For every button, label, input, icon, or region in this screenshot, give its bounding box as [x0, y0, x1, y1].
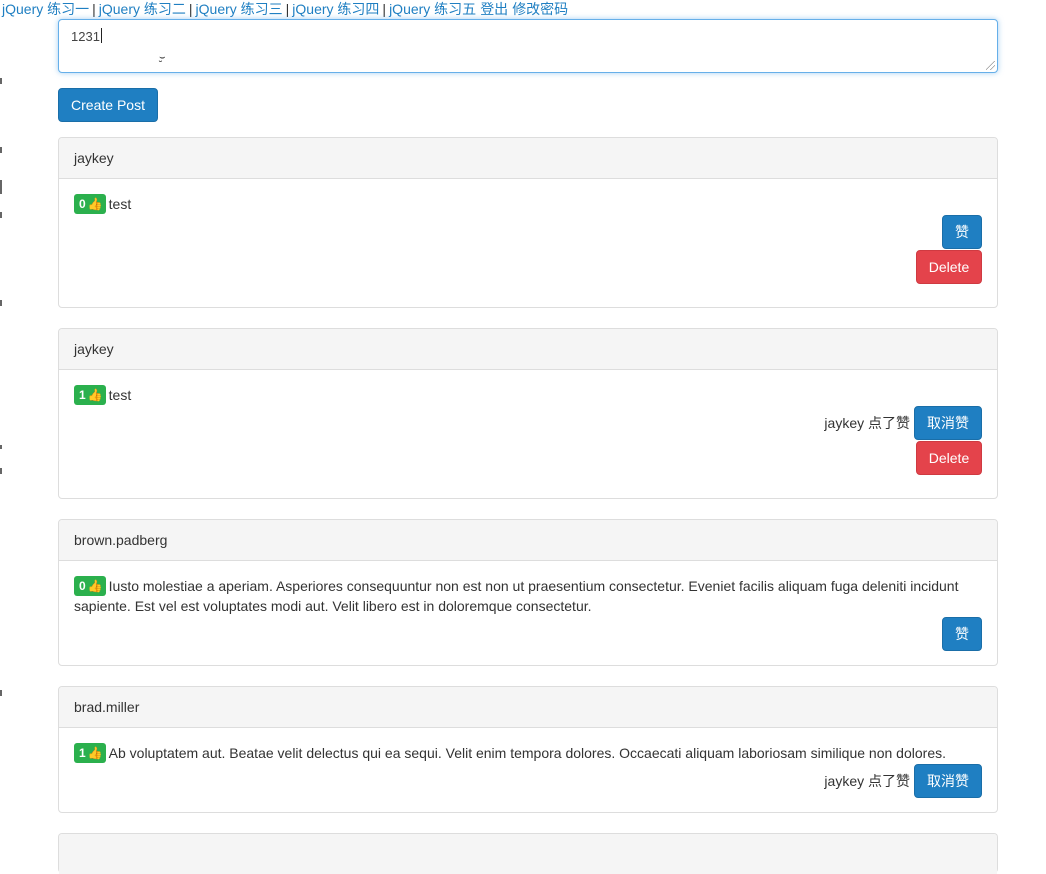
gutter-mark — [0, 212, 2, 218]
post-card: brad.miller 1 👍 Ab voluptatem aut. Beatae … — [58, 686, 998, 813]
liked-by-text: jaykey 点了赞 — [824, 773, 910, 789]
delete-button[interactable]: Delete — [916, 250, 982, 284]
thumbs-up-icon: 👍 — [87, 746, 103, 760]
like-button[interactable]: 赞 — [942, 215, 982, 249]
like-count-badge: 0 👍 — [74, 576, 106, 596]
like-count: 1 — [79, 388, 86, 402]
post-author: jaykey — [59, 329, 997, 370]
like-button[interactable]: 赞 — [942, 617, 982, 651]
post-text: test — [108, 387, 132, 403]
post-body: 0 👍 test 赞 Delete — [59, 179, 997, 284]
post-author: jaykey — [59, 138, 997, 179]
top-nav: jQuery 练习一 | jQuery 练习二 | jQuery 练习三 | jQuery … — [2, 1, 568, 17]
gutter-mark — [0, 180, 2, 194]
post-textarea[interactable]: 1231 ⌣ ˘ — [58, 19, 998, 73]
nav-link-exercise-4[interactable]: jQuery 练习四 — [292, 1, 379, 17]
post-body: 1 👍 Ab voluptatem aut. Beatae velit delect… — [59, 728, 997, 798]
post-textarea-value: 1231 — [71, 29, 100, 44]
thumbs-up-icon: 👍 — [87, 579, 103, 593]
post-text: test — [108, 196, 132, 212]
create-post-button[interactable]: Create Post — [58, 88, 158, 122]
like-count: 0 — [79, 579, 86, 593]
post-heading-partial — [59, 834, 997, 874]
resize-handle[interactable] — [986, 61, 995, 70]
nav-link-exercise-5[interactable]: jQuery 练习五 — [389, 1, 476, 17]
gutter-mark — [0, 690, 2, 696]
post-card: jaykey 1 👍 test jaykey 点了赞 取消赞 Delete — [58, 328, 998, 499]
text-caret — [100, 28, 102, 43]
liked-by-text: jaykey 点了赞 — [824, 415, 910, 431]
nav-link-exercise-3[interactable]: jQuery 练习三 — [196, 1, 283, 17]
gutter-mark — [0, 147, 2, 153]
like-count-badge: 1 👍 — [74, 385, 106, 405]
post-text: Iusto molestiae a aperiam. Asperiores co… — [74, 578, 959, 614]
ibeam-cursor-icon: ⌣ ˘ — [159, 52, 166, 71]
unlike-button[interactable]: 取消赞 — [914, 406, 982, 440]
post-author: brown.padberg — [59, 520, 997, 561]
nav-link-exercise-1[interactable]: jQuery 练习一 — [2, 1, 89, 17]
post-actions: 赞 Delete — [916, 214, 982, 284]
post-actions: jaykey 点了赞 取消赞 Delete — [824, 405, 982, 475]
delete-button[interactable]: Delete — [916, 441, 982, 475]
gutter-mark — [0, 445, 2, 449]
like-count: 1 — [79, 746, 86, 760]
nav-separator: | — [285, 1, 290, 17]
logout-link[interactable]: 登出 — [480, 1, 508, 17]
post-author: brad.miller — [59, 687, 997, 728]
post-actions: jaykey 点了赞 取消赞 — [824, 763, 982, 798]
post-body: 0 👍 Iusto molestiae a aperiam. Asperiores … — [59, 561, 997, 651]
nav-separator: | — [382, 1, 387, 17]
post-card: brown.padberg 0 👍 Iusto molestiae a aperia… — [58, 519, 998, 666]
unlike-button[interactable]: 取消赞 — [914, 764, 982, 798]
change-password-link[interactable]: 修改密码 — [512, 1, 568, 17]
post-text: Ab voluptatem aut. Beatae velit delectus… — [108, 745, 946, 761]
nav-link-exercise-2[interactable]: jQuery 练习二 — [99, 1, 186, 17]
like-count-badge: 0 👍 — [74, 194, 106, 214]
post-card — [58, 833, 998, 874]
post-body: 1 👍 test jaykey 点了赞 取消赞 Delete — [59, 370, 997, 475]
gutter-mark — [0, 468, 2, 474]
gutter-mark — [0, 300, 2, 306]
post-actions: 赞 — [942, 616, 982, 651]
post-card: jaykey 0 👍 test 赞 Delete — [58, 137, 998, 308]
gutter-mark — [0, 78, 2, 84]
thumbs-up-icon: 👍 — [87, 197, 103, 211]
thumbs-up-icon: 👍 — [87, 388, 103, 402]
nav-separator: | — [188, 1, 193, 17]
like-count-badge: 1 👍 — [74, 743, 106, 763]
like-count: 0 — [79, 197, 86, 211]
nav-separator: | — [92, 1, 96, 17]
